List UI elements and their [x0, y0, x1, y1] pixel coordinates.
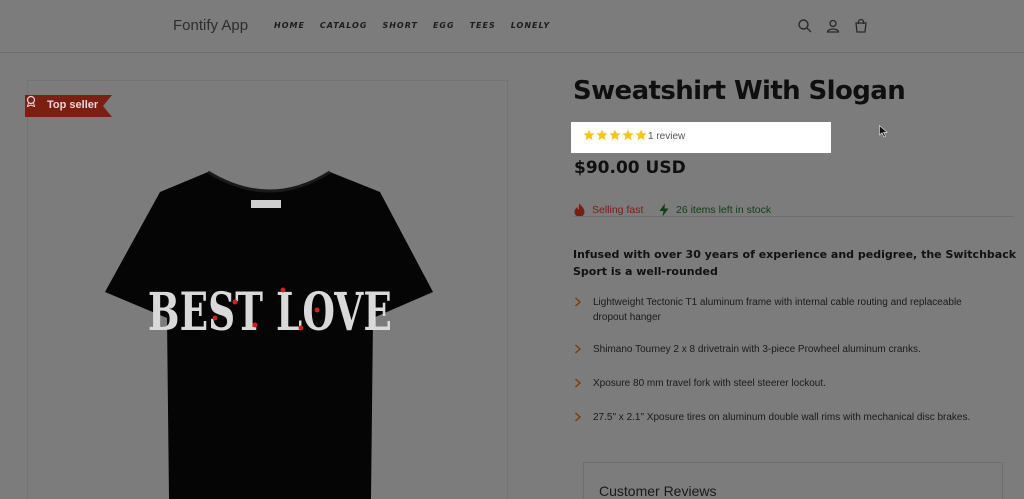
feature-item: Shimano Tourney 2 x 8 drivetrain with 3-…: [573, 342, 993, 357]
chevron-right-icon: [575, 412, 582, 422]
badge-label: Top seller: [47, 99, 99, 111]
product-description: Infused with over 30 years of experience…: [573, 248, 1017, 278]
main-nav: HOME CATALOG SHORT EGG TEES LONELY: [274, 21, 550, 30]
star-rating: [583, 129, 647, 141]
rating-summary[interactable]: 1 review: [571, 122, 831, 153]
feature-list: Lightweight Tectonic T1 aluminum frame w…: [573, 295, 993, 425]
star-icon: [622, 129, 634, 141]
nav-item-home[interactable]: HOME: [274, 21, 305, 30]
cart-icon[interactable]: [853, 18, 869, 34]
nav-item-tees[interactable]: TEES: [470, 21, 496, 30]
lightning-icon: [659, 203, 669, 217]
stock-count-label: 26 items left in stock: [676, 204, 772, 216]
feature-item: Xposure 80 mm travel fork with steel ste…: [573, 376, 993, 391]
header-icons: [797, 18, 869, 34]
product-price: $90.00 USD: [574, 158, 686, 178]
feature-text: Xposure 80 mm travel fork with steel ste…: [593, 378, 826, 389]
top-seller-badge: Top seller: [25, 95, 112, 117]
reviews-heading: Customer Reviews: [599, 483, 717, 499]
nav-item-short[interactable]: SHORT: [382, 21, 418, 30]
site-header: Fontify App HOME CATALOG SHORT EGG TEES …: [0, 0, 1024, 53]
feature-item: 27.5" x 2.1" Xposure tires on aluminum d…: [573, 410, 993, 425]
stock-status: Selling fast 26 items left in stock: [573, 202, 1013, 218]
star-icon: [635, 129, 647, 141]
customer-reviews-section: Customer Reviews: [583, 462, 1003, 499]
feature-item: Lightweight Tectonic T1 aluminum frame w…: [573, 295, 993, 325]
feature-text: Lightweight Tectonic T1 aluminum frame w…: [593, 297, 962, 323]
site-logo[interactable]: Fontify App: [173, 17, 248, 34]
product-title: Sweatshirt With Slogan: [573, 76, 906, 106]
feature-text: Shimano Tourney 2 x 8 drivetrain with 3-…: [593, 344, 921, 355]
shirt-print-text: BEST LOVE: [148, 281, 392, 343]
divider: [573, 216, 1013, 217]
selling-fast-label: Selling fast: [592, 204, 644, 216]
nav-item-catalog[interactable]: CATALOG: [320, 21, 368, 30]
star-icon: [609, 129, 621, 141]
search-icon[interactable]: [797, 18, 813, 34]
feature-text: 27.5" x 2.1" Xposure tires on aluminum d…: [593, 412, 971, 423]
star-icon: [596, 129, 608, 141]
mouse-cursor-icon: [879, 125, 888, 138]
chevron-right-icon: [575, 297, 582, 307]
account-icon[interactable]: [825, 18, 841, 34]
fire-icon: [574, 203, 585, 217]
nav-item-lonely[interactable]: LONELY: [511, 21, 550, 30]
chevron-right-icon: [575, 378, 582, 388]
nav-item-egg[interactable]: EGG: [433, 21, 455, 30]
award-icon: [26, 95, 36, 107]
product-image[interactable]: BEST LOVE: [105, 170, 435, 499]
star-icon: [583, 129, 595, 141]
review-count[interactable]: 1 review: [648, 131, 685, 142]
chevron-right-icon: [575, 344, 582, 354]
